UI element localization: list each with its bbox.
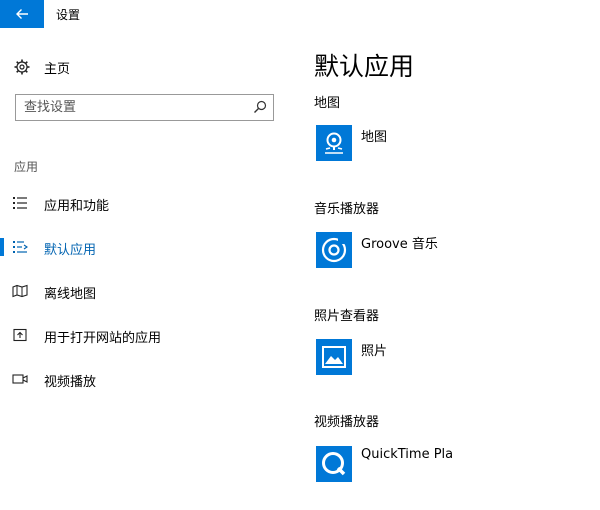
offline-map-icon xyxy=(12,284,28,298)
section-header-apps: 应用 xyxy=(14,160,39,174)
window-title: 设置 xyxy=(56,8,81,22)
app-name: 地图 xyxy=(361,130,388,145)
default-app-photos[interactable]: 照片 xyxy=(314,339,600,379)
home-label: 主页 xyxy=(44,61,71,77)
default-app-music[interactable]: Groove 音乐 xyxy=(314,232,600,272)
sidebar-item-offline-maps[interactable]: 离线地图 xyxy=(0,276,290,306)
gear-icon xyxy=(14,59,30,75)
quicktime-app-icon xyxy=(316,446,352,482)
app-name: Groove 音乐 xyxy=(361,237,438,252)
video-icon xyxy=(12,374,28,384)
list-icon xyxy=(13,197,27,209)
sidebar-item-apps-features[interactable]: 应用和功能 xyxy=(0,188,290,218)
photos-app-icon xyxy=(316,339,352,375)
search-box[interactable] xyxy=(15,94,274,121)
category-label-maps: 地图 xyxy=(314,96,341,111)
app-name: QuickTime Pla xyxy=(361,447,454,462)
category-label-music-player: 音乐播放器 xyxy=(314,202,380,217)
sidebar-item-label: 默认应用 xyxy=(44,243,97,258)
category-label-video-player: 视频播放器 xyxy=(314,415,380,430)
back-button[interactable] xyxy=(0,0,44,28)
back-arrow-icon xyxy=(16,9,28,19)
sidebar-item-label: 离线地图 xyxy=(44,287,97,302)
open-web-icon xyxy=(13,328,27,342)
page-title: 默认应用 xyxy=(314,52,415,81)
sidebar-item-label: 用于打开网站的应用 xyxy=(44,331,162,346)
category-label-photo-viewer: 照片查看器 xyxy=(314,309,380,324)
default-apps-icon xyxy=(13,241,28,253)
sidebar-item-video-playback[interactable]: 视频播放 xyxy=(0,364,290,394)
home-link[interactable]: 主页 xyxy=(14,55,70,79)
search-icon[interactable] xyxy=(253,100,267,114)
search-input[interactable] xyxy=(24,98,244,117)
default-app-video[interactable]: QuickTime Pla xyxy=(314,446,600,486)
title-bar: 设置 xyxy=(0,0,600,28)
sidebar-item-label: 应用和功能 xyxy=(44,199,110,214)
selection-indicator xyxy=(0,238,4,256)
sidebar-item-label: 视频播放 xyxy=(44,375,97,390)
maps-app-icon xyxy=(316,125,352,161)
sidebar-item-apps-for-websites[interactable]: 用于打开网站的应用 xyxy=(0,320,290,350)
default-app-maps[interactable]: 地图 xyxy=(314,125,600,165)
sidebar-item-default-apps[interactable]: 默认应用 xyxy=(0,232,290,262)
app-name: 照片 xyxy=(361,344,388,359)
groove-app-icon xyxy=(316,232,352,268)
